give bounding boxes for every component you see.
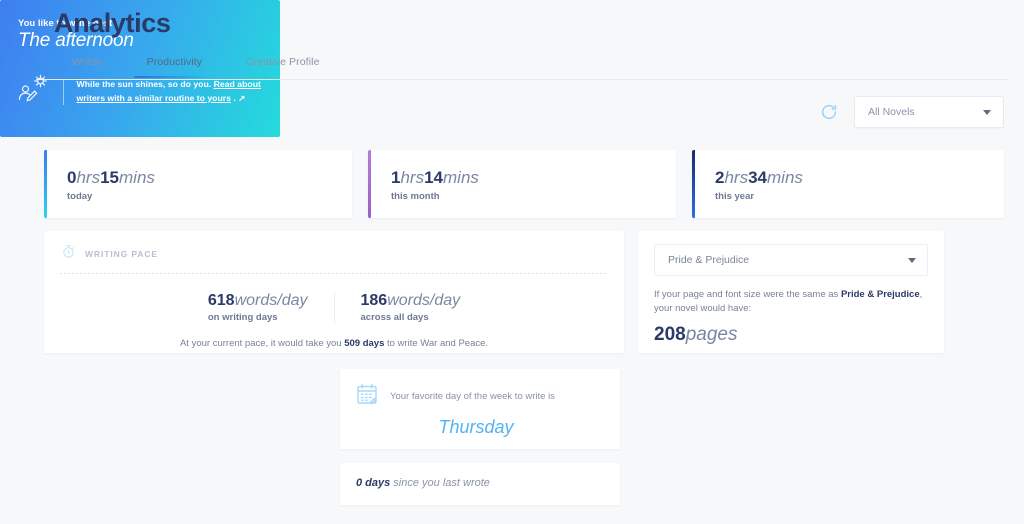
stopwatch-icon [61,244,76,264]
time-of-day-text: While the sun shines, so do you. Read ab… [77,78,266,104]
accent-bar [368,150,371,218]
accent-bar [692,150,695,218]
pace-note-after: to write War and Peace. [384,337,489,349]
page-count-note: If your page and font size were the same… [654,288,928,316]
tab-productivity[interactable]: Productivity [133,56,216,78]
pace-value: 618words/day [207,292,308,310]
pace-figure-all-days: 186words/day across all days [333,292,487,323]
tab-words[interactable]: Words [72,56,103,78]
tab-productivity-label: Productivity [146,56,203,68]
pace-number: 618 [207,292,235,309]
pace-unit: words/day [234,292,308,309]
stat-period-label: this month [391,190,440,202]
pace-caption: on writing days [207,311,278,323]
stat-period-label: this year [715,190,755,202]
favorite-day-card: Your favorite day of the week to write i… [340,369,620,449]
chevron-down-icon [983,109,991,115]
divider [60,273,608,274]
pace-note-before: At your current pace, it would take you [179,337,345,349]
page-count-value: 208pages [654,325,944,344]
stat-hours-unit: hrs [724,168,749,187]
comparison-novel-select[interactable]: Pride & Prejudice [654,244,928,276]
stat-card-this-year: 2hrs34mins this year [692,150,1004,218]
tod-text-before: While the sun shines, so do you. [76,79,214,90]
stat-mins-unit: mins [443,168,479,187]
stat-value: 1hrs14mins [391,168,676,188]
stat-hours-unit: hrs [76,168,101,187]
page-count-unit: pages [685,323,738,345]
refresh-icon[interactable] [818,101,840,123]
pace-figure-writing-days: 618words/day on writing days [182,292,334,323]
stat-period-label: today [67,190,93,202]
stat-card-today: 0hrs15mins today [44,150,352,218]
stat-hours-unit: hrs [400,168,425,187]
page-count-number: 208 [654,323,686,345]
stat-value: 2hrs34mins [715,168,1004,188]
pace-note-highlight: 509 days [344,337,385,349]
stat-mins-unit: mins [119,168,155,187]
writing-pace-figures: 618words/day on writing days 186words/da… [44,292,624,323]
page-note-before: If your page and font size were the same… [654,289,841,300]
tab-bar: Words Productivity Creative Profile [36,56,1008,80]
calendar-icon [355,382,379,411]
analytics-page: Analytics Words Productivity Creative Pr… [0,0,1024,524]
stat-mins-value: 15 [100,168,120,187]
writing-pace-card: WRITING PACE 618words/day on writing day… [44,231,624,353]
page-count-card: Pride & Prejudice If your page and font … [638,231,944,353]
stat-mins-value: 34 [748,168,768,187]
stat-value: 0hrs15mins [67,168,352,188]
stat-mins-value: 14 [424,168,444,187]
writing-pace-header: WRITING PACE [44,231,624,264]
favorite-day-header: Your favorite day of the week to write i… [340,369,620,411]
pace-unit: words/day [387,292,461,309]
toolbar: All Novels [818,96,1004,128]
page-title: Analytics [54,8,171,38]
accent-bar [44,150,47,218]
chevron-down-icon [908,257,916,263]
tab-creative-profile[interactable]: Creative Profile [246,56,319,78]
pace-note: At your current pace, it would take you … [44,338,624,349]
pace-number: 186 [360,292,388,309]
pace-value: 186words/day [360,292,461,310]
last-wrote-card: 0 days since you last wrote [340,463,620,505]
last-wrote-days: 0 days [356,477,391,489]
page-note-novel: Pride & Prejudice [840,289,920,300]
favorite-day-value: Thursday [438,417,514,437]
stat-mins-unit: mins [767,168,803,187]
pace-caption: across all days [360,311,429,323]
novel-filter-value: All Novels [868,106,915,118]
writing-pace-title: WRITING PACE [85,249,158,259]
stat-card-this-month: 1hrs14mins this month [368,150,676,218]
last-wrote-text: 0 days since you last wrote [340,463,620,489]
tab-creative-profile-label: Creative Profile [246,56,320,68]
last-wrote-suffix: since you last wrote [390,477,490,489]
tod-text-after: . ↗ [231,92,246,103]
writer-sun-icon [16,74,50,109]
favorite-day-label: Your favorite day of the week to write i… [390,391,555,402]
divider [63,78,64,105]
comparison-novel-value: Pride & Prejudice [668,254,750,266]
novel-filter-select[interactable]: All Novels [854,96,1004,128]
tab-words-label: Words [72,56,103,68]
